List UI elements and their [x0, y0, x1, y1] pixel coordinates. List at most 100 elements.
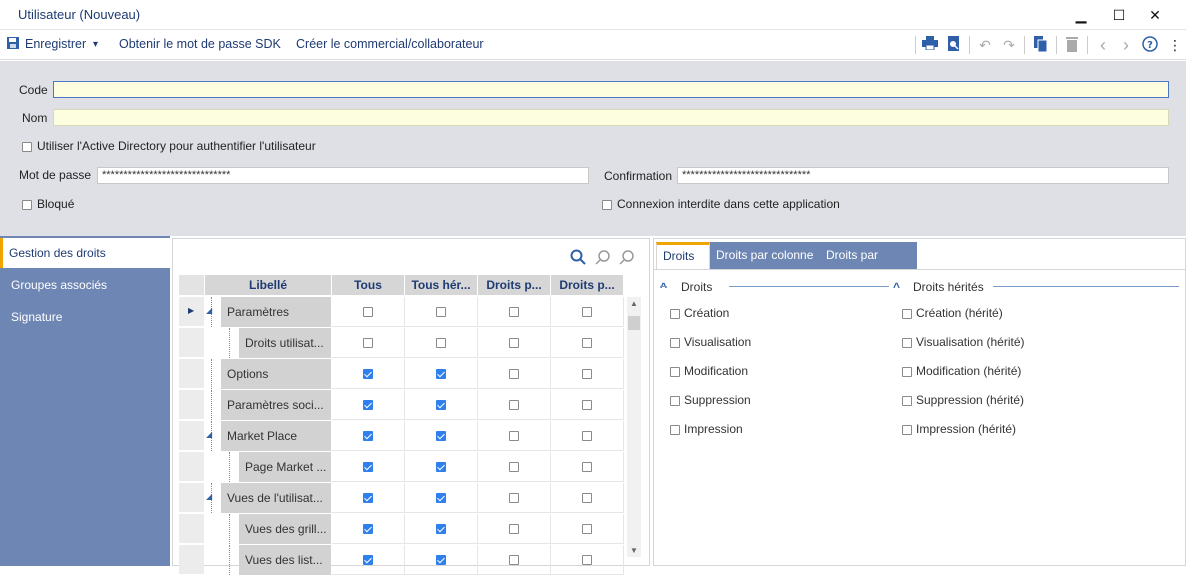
right-checkbox[interactable]: [436, 493, 446, 503]
right-checkbox[interactable]: [436, 462, 446, 472]
right-checkbox[interactable]: [436, 307, 446, 317]
close-button[interactable]: ✕: [1142, 4, 1168, 26]
collapse-herites-icon[interactable]: ^: [893, 280, 900, 294]
permission-checkbox[interactable]: [902, 396, 912, 406]
active-directory-checkbox[interactable]: [22, 142, 32, 152]
save-dropdown-icon[interactable]: ▾: [93, 39, 98, 50]
copy-icon[interactable]: [1032, 36, 1050, 54]
right-checkbox[interactable]: [509, 555, 519, 565]
print-icon[interactable]: [921, 36, 939, 54]
code-input[interactable]: [53, 81, 1169, 98]
zoom-out-icon[interactable]: [595, 249, 611, 269]
nav-item-signature[interactable]: Signature: [0, 302, 170, 332]
scroll-up-icon[interactable]: ▲: [628, 299, 640, 308]
blocked-checkbox[interactable]: [22, 200, 32, 210]
undo-icon[interactable]: ↶: [976, 36, 994, 54]
confirmation-input[interactable]: ******************************: [677, 167, 1169, 184]
column-header-droits-p1[interactable]: Droits p...: [478, 275, 550, 295]
column-header-tous[interactable]: Tous: [332, 275, 404, 295]
row-indicator[interactable]: [179, 514, 204, 544]
column-header-droits-p2[interactable]: Droits p...: [551, 275, 623, 295]
tree-node-label[interactable]: Market Place: [221, 421, 331, 451]
more-options-icon[interactable]: ⋮: [1166, 36, 1184, 54]
right-checkbox[interactable]: [582, 431, 592, 441]
right-checkbox[interactable]: [363, 555, 373, 565]
right-checkbox[interactable]: [363, 369, 373, 379]
row-indicator[interactable]: [179, 328, 204, 358]
right-checkbox[interactable]: [509, 338, 519, 348]
right-checkbox[interactable]: [363, 307, 373, 317]
save-icon[interactable]: [4, 36, 22, 54]
right-checkbox[interactable]: [509, 524, 519, 534]
grid-scrollbar[interactable]: ▲ ▼: [627, 297, 641, 557]
tree-node-label[interactable]: Vues de l'utilisat...: [221, 483, 331, 513]
right-checkbox[interactable]: [363, 431, 373, 441]
tab-droits[interactable]: Droits: [656, 242, 710, 269]
right-checkbox[interactable]: [582, 369, 592, 379]
permission-checkbox[interactable]: [670, 396, 680, 406]
nav-item-gestion-droits[interactable]: Gestion des droits: [0, 238, 170, 268]
tree-expand-icon[interactable]: ◢: [206, 430, 212, 439]
permission-checkbox[interactable]: [902, 309, 912, 319]
permission-checkbox[interactable]: [670, 425, 680, 435]
tab-droits-par-colonne[interactable]: Droits par colonne: [710, 242, 820, 269]
create-salesperson-button[interactable]: Créer le commercial/collaborateur: [296, 37, 484, 51]
permission-checkbox[interactable]: [670, 309, 680, 319]
right-checkbox[interactable]: [582, 462, 592, 472]
collapse-droits-icon[interactable]: ^: [660, 280, 667, 294]
tree-node-label[interactable]: Page Market ...: [239, 452, 331, 482]
right-checkbox[interactable]: [509, 431, 519, 441]
right-checkbox[interactable]: [436, 555, 446, 565]
next-icon[interactable]: ›: [1117, 36, 1135, 54]
row-indicator[interactable]: [179, 359, 204, 389]
help-icon[interactable]: ?: [1141, 36, 1159, 54]
right-checkbox[interactable]: [363, 400, 373, 410]
scrollbar-thumb[interactable]: [628, 316, 640, 330]
search-icon[interactable]: [570, 249, 586, 269]
right-checkbox[interactable]: [582, 400, 592, 410]
right-checkbox[interactable]: [363, 493, 373, 503]
right-checkbox[interactable]: [582, 493, 592, 503]
permission-checkbox[interactable]: [670, 338, 680, 348]
maximize-button[interactable]: ☐: [1106, 4, 1132, 26]
scroll-down-icon[interactable]: ▼: [628, 546, 640, 555]
row-indicator[interactable]: ▶: [179, 297, 204, 327]
permission-checkbox[interactable]: [902, 425, 912, 435]
row-indicator[interactable]: [179, 390, 204, 420]
right-checkbox[interactable]: [509, 400, 519, 410]
row-indicator[interactable]: [179, 452, 204, 482]
zoom-in-icon[interactable]: [619, 249, 635, 269]
tree-expand-icon[interactable]: ◢: [206, 492, 212, 501]
right-checkbox[interactable]: [363, 462, 373, 472]
right-checkbox[interactable]: [582, 524, 592, 534]
right-checkbox[interactable]: [436, 369, 446, 379]
row-indicator[interactable]: [179, 421, 204, 451]
tree-expand-icon[interactable]: ◢: [206, 306, 212, 315]
name-input[interactable]: [53, 109, 1169, 126]
permission-checkbox[interactable]: [902, 338, 912, 348]
permission-checkbox[interactable]: [670, 367, 680, 377]
column-header-tous-herites[interactable]: Tous hér...: [405, 275, 477, 295]
tree-node-label[interactable]: Options: [221, 359, 331, 389]
redo-icon[interactable]: ↷: [1000, 36, 1018, 54]
right-checkbox[interactable]: [436, 431, 446, 441]
right-checkbox[interactable]: [509, 462, 519, 472]
previous-icon[interactable]: ‹: [1094, 36, 1112, 54]
nav-item-groupes-associes[interactable]: Groupes associés: [0, 270, 170, 300]
column-header-libelle[interactable]: Libellé: [205, 275, 331, 295]
permission-checkbox[interactable]: [902, 367, 912, 377]
password-input[interactable]: ******************************: [97, 167, 589, 184]
tree-node-label[interactable]: Droits utilisat...: [239, 328, 331, 358]
delete-icon[interactable]: [1063, 36, 1081, 54]
right-checkbox[interactable]: [509, 369, 519, 379]
right-checkbox[interactable]: [363, 338, 373, 348]
tree-node-label[interactable]: Paramètres: [221, 297, 331, 327]
right-checkbox[interactable]: [436, 338, 446, 348]
tree-node-label[interactable]: Paramètres soci...: [221, 390, 331, 420]
right-checkbox[interactable]: [582, 338, 592, 348]
right-checkbox[interactable]: [436, 524, 446, 534]
minimize-button[interactable]: ▁: [1068, 4, 1094, 26]
right-checkbox[interactable]: [509, 493, 519, 503]
print-preview-icon[interactable]: [945, 36, 963, 54]
save-button[interactable]: Enregistrer: [25, 37, 86, 51]
